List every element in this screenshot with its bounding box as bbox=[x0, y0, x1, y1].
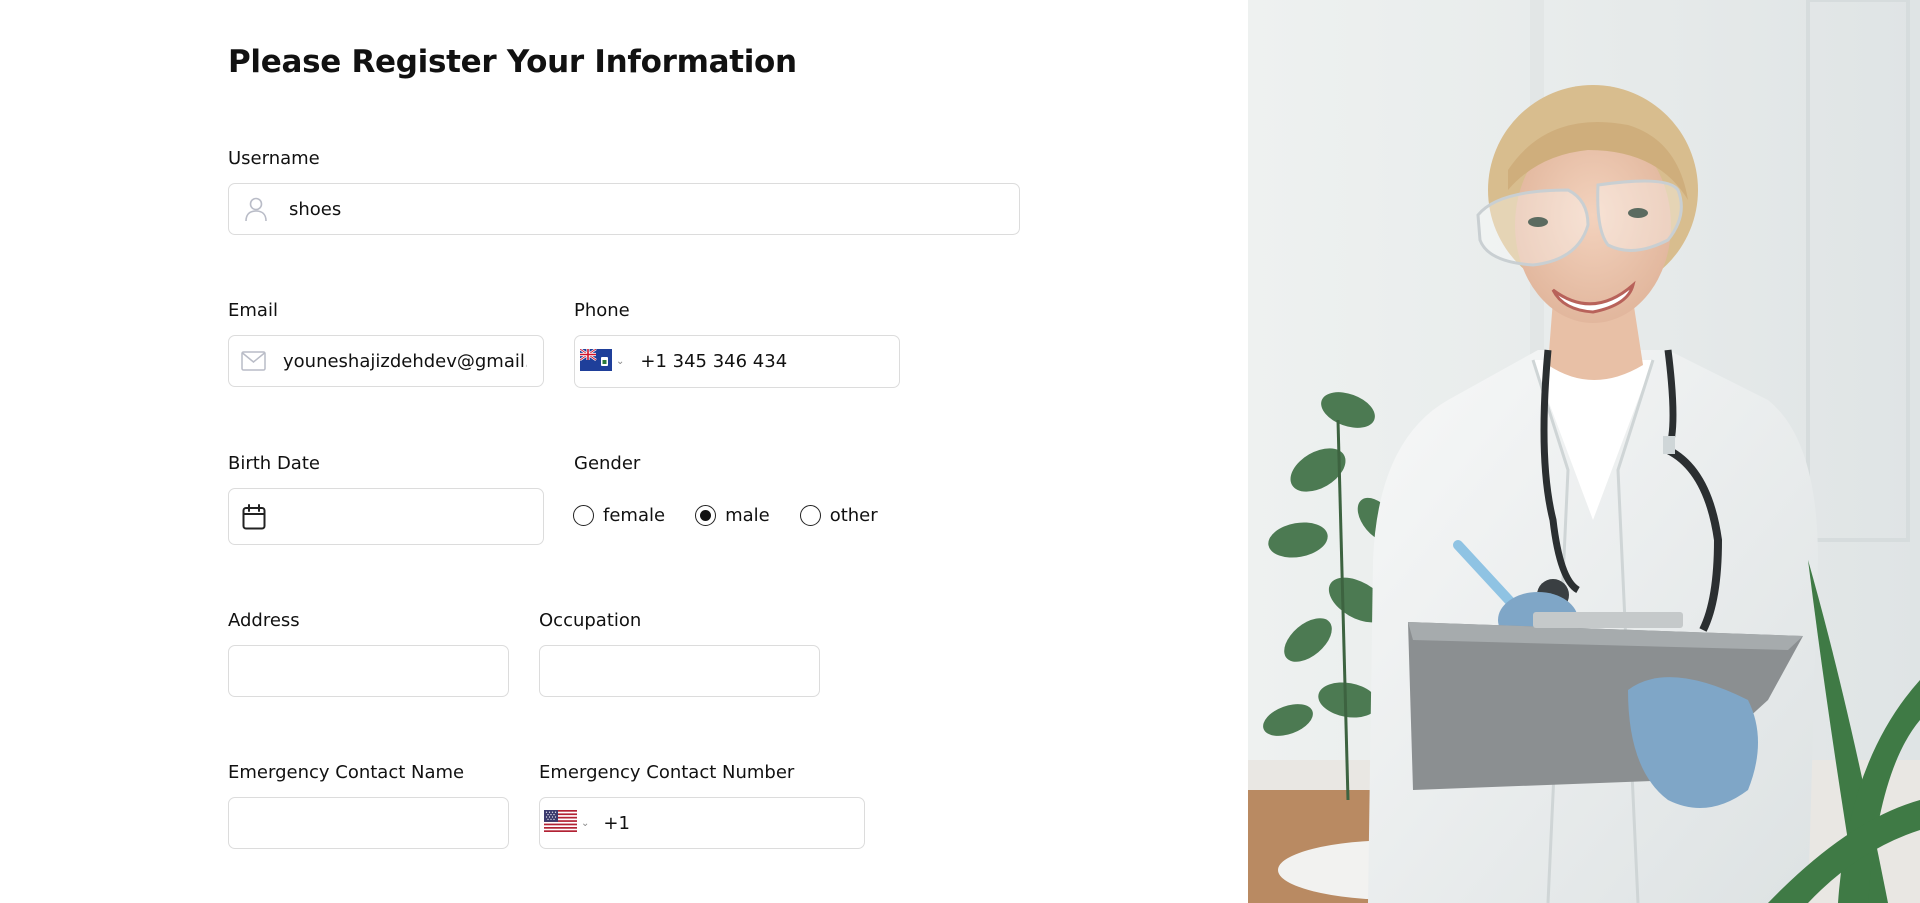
occupation-label: Occupation bbox=[539, 610, 642, 631]
email-field[interactable]: youneshajizdehdev@gmail.com bbox=[228, 335, 544, 387]
occupation-field[interactable] bbox=[539, 645, 820, 697]
emergency-number-label: Emergency Contact Number bbox=[539, 762, 795, 783]
radio-male[interactable] bbox=[695, 504, 717, 526]
gender-option-female[interactable]: female bbox=[573, 504, 666, 526]
emergency-country-select[interactable]: ⌄ bbox=[544, 810, 589, 836]
radio-other[interactable] bbox=[799, 504, 821, 526]
emergency-name-label: Emergency Contact Name bbox=[228, 762, 465, 783]
gender-other-label: other bbox=[829, 504, 878, 526]
email-value: youneshajizdehdev@gmail.com bbox=[283, 350, 527, 372]
emergency-number-field[interactable]: ⌄ +1 bbox=[539, 797, 865, 849]
username-value: shoes bbox=[289, 198, 342, 220]
page-title: Please Register Your Information bbox=[228, 44, 797, 80]
us-flag-icon bbox=[544, 810, 577, 836]
address-field[interactable] bbox=[228, 645, 509, 697]
chevron-down-icon: ⌄ bbox=[616, 356, 625, 367]
birth-date-field[interactable] bbox=[228, 488, 544, 545]
radio-female[interactable] bbox=[573, 504, 594, 526]
gender-label: Gender bbox=[574, 453, 641, 474]
gender-option-other[interactable]: other bbox=[799, 504, 878, 526]
registration-form: Please Register Your Information Usernam… bbox=[0, 0, 1248, 903]
phone-field[interactable]: ⌄ +1 345 346 434 bbox=[574, 335, 900, 388]
phone-label: Phone bbox=[574, 300, 630, 321]
gender-option-male[interactable]: male bbox=[695, 504, 770, 526]
birth-date-label: Birth Date bbox=[228, 453, 320, 474]
username-label: Username bbox=[228, 148, 320, 169]
user-icon bbox=[231, 196, 281, 222]
address-label: Address bbox=[228, 610, 300, 631]
chevron-down-icon: ⌄ bbox=[581, 817, 590, 829]
phone-value: +1 345 346 434 bbox=[640, 351, 788, 372]
calendar-icon bbox=[229, 503, 279, 530]
country-select[interactable]: ⌄ bbox=[579, 347, 625, 375]
mail-icon bbox=[229, 351, 277, 371]
gender-radio-group: female male other bbox=[573, 500, 908, 530]
emergency-number-value: +1 bbox=[603, 812, 630, 834]
email-label: Email bbox=[228, 300, 278, 321]
username-field[interactable]: shoes bbox=[228, 183, 1020, 235]
emergency-name-field[interactable] bbox=[228, 797, 509, 849]
gender-male-label: male bbox=[725, 504, 770, 526]
doctor-photo bbox=[1248, 0, 1920, 903]
gender-female-label: female bbox=[603, 504, 666, 526]
cayman-islands-flag-icon bbox=[579, 347, 612, 375]
